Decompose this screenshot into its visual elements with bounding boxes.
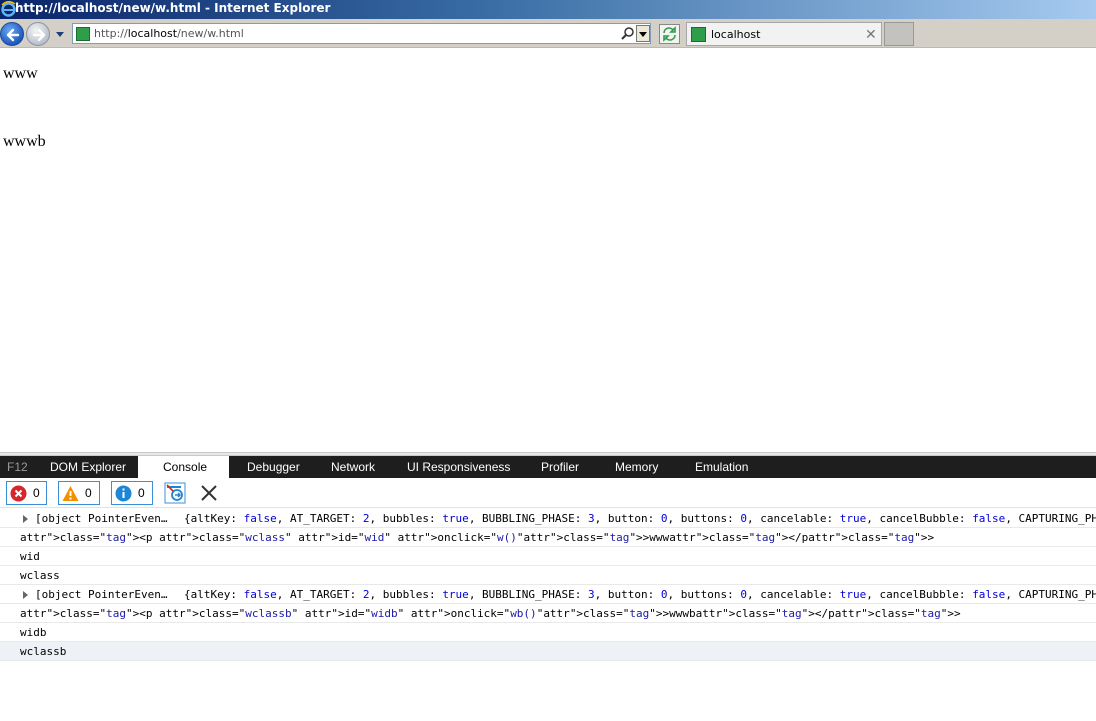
navigation-bar: http://localhost/new/w.html localhost ✕ [0,19,1096,48]
clear-on-navigate-icon[interactable] [164,482,186,504]
forward-button[interactable] [26,22,50,46]
info-count: 0 [138,486,145,500]
forward-arrow-icon [32,28,46,42]
expand-triangle-icon[interactable] [23,515,28,523]
clear-console-icon[interactable] [198,482,220,504]
console-row: [object PointerEven… {altKey: false, AT_… [0,585,1096,604]
paragraph-www[interactable]: www [3,65,38,83]
devtools-tab-bar: F12 DOM Explorer Console Debugger Networ… [0,456,1096,478]
object-properties: {altKey: false, AT_TARGET: 2, bubbles: t… [184,588,1096,601]
warning-icon [62,486,79,501]
object-properties: {altKey: false, AT_TARGET: 2, bubbles: t… [184,512,1096,525]
console-row: [object PointerEven… {altKey: false, AT_… [0,509,1096,528]
title-bar: http://localhost/new/w.html - Internet E… [0,0,1096,19]
tab-console[interactable]: Console [138,456,229,478]
refresh-icon [663,26,676,42]
html-element-output[interactable]: attr">class="tag"><p attr">class="wclass… [20,528,934,546]
object-summary[interactable]: [object PointerEven… [35,509,167,527]
console-row: wclass [0,566,1096,585]
log-text: wclassb [20,645,67,658]
browser-tab[interactable]: localhost ✕ [686,22,882,46]
tab-network[interactable]: Network [331,456,375,478]
address-dropdown-button[interactable] [636,25,650,42]
tab-ui-responsiveness[interactable]: UI Responsiveness [407,456,510,478]
search-icon[interactable] [621,26,635,41]
log-text: wid [20,550,40,563]
tab-favicon-icon [691,27,706,42]
favicon-icon [76,27,90,41]
error-count: 0 [33,486,40,500]
dropdown-arrow-icon[interactable] [54,29,66,39]
console-row: wclassb [0,642,1096,661]
console-row: wid [0,547,1096,566]
url-scheme: http:// [94,27,128,40]
console-output: [object PointerEven… {altKey: false, AT_… [0,509,1096,661]
dropdown-arrow-icon [639,32,647,37]
console-row: attr">class="tag"><p attr">class="wclass… [0,604,1096,623]
warning-count: 0 [85,486,92,500]
page-content: www wwwb [0,48,1096,452]
console-row: widb [0,623,1096,642]
tab-label: localhost [711,28,761,41]
tab-emulation[interactable]: Emulation [695,456,748,478]
object-summary[interactable]: [object PointerEven… [35,585,167,603]
tab-f12: F12 [7,460,28,474]
log-text: widb [20,626,47,639]
info-filter-button[interactable]: 0 [111,481,153,505]
tab-dom-explorer[interactable]: DOM Explorer [50,456,126,478]
back-button[interactable] [0,22,24,46]
console-toolbar: 0 0 0 [0,478,1096,508]
new-tab-button[interactable] [884,22,914,46]
warning-filter-button[interactable]: 0 [58,481,100,505]
tab-memory[interactable]: Memory [615,456,658,478]
tab-close-icon[interactable]: ✕ [865,26,877,43]
error-icon [10,485,27,502]
log-text: wclass [20,569,60,582]
console-row: attr">class="tag"><p attr">class="wclass… [0,528,1096,547]
window-title: http://localhost/new/w.html - Internet E… [15,1,331,15]
tab-debugger[interactable]: Debugger [247,456,300,478]
url-path: /new/w.html [177,27,244,40]
tab-profiler[interactable]: Profiler [541,456,579,478]
info-icon [115,485,132,502]
url-host: localhost [127,27,178,40]
address-bar[interactable]: http://localhost/new/w.html [72,23,651,44]
error-filter-button[interactable]: 0 [6,481,47,505]
refresh-button[interactable] [659,24,680,44]
ie-logo-icon [1,1,16,17]
html-element-output[interactable]: attr">class="tag"><p attr">class="wclass… [20,604,961,622]
back-arrow-icon [6,28,20,42]
paragraph-wwwb[interactable]: wwwb [3,133,46,151]
address-url[interactable]: http://localhost/new/w.html [94,27,244,40]
expand-triangle-icon[interactable] [23,591,28,599]
